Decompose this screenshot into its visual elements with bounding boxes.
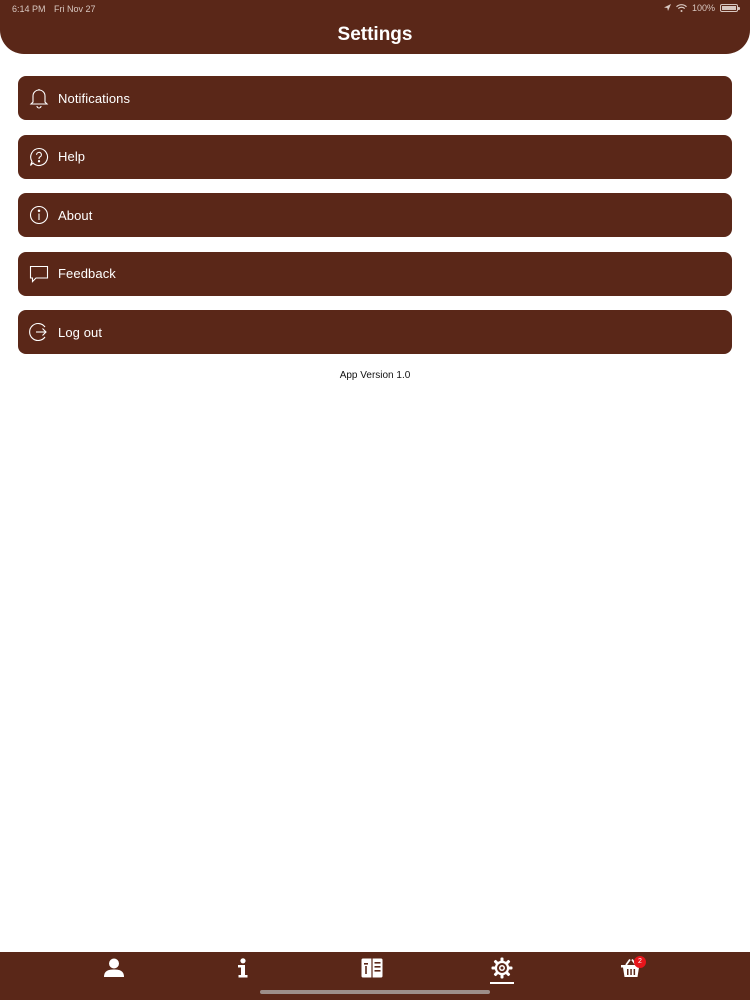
- status-indicators: 100%: [663, 3, 740, 13]
- battery-percent: 100%: [691, 3, 715, 13]
- page-title: Settings: [337, 24, 413, 45]
- header-bar: 6:14 PM Fri Nov 27 100% Settings: [0, 0, 750, 54]
- about-label: About: [58, 207, 93, 223]
- profile-icon: [103, 958, 125, 983]
- tab-basket[interactable]: 2: [616, 956, 646, 982]
- feedback-button[interactable]: Feedback: [18, 251, 732, 296]
- logout-label: Log out: [58, 324, 103, 340]
- location-icon: [663, 4, 671, 12]
- feedback-icon: [28, 263, 50, 285]
- logout-icon: [28, 321, 50, 343]
- help-label: Help: [58, 149, 86, 165]
- battery-icon: [720, 4, 740, 12]
- info-icon: [28, 204, 50, 226]
- battery-level: [722, 6, 736, 10]
- tab-info[interactable]: [228, 957, 258, 983]
- bell-icon: [28, 87, 50, 109]
- help-icon: [28, 146, 50, 168]
- tab-menu[interactable]: [357, 958, 387, 982]
- status-bar: 6:14 PM Fri Nov 27 100%: [0, 0, 750, 18]
- menu-book-icon: [361, 958, 383, 983]
- status-time: 6:14 PM: [12, 4, 46, 14]
- info-icon: [236, 957, 250, 983]
- basket-badge: 2: [634, 956, 646, 968]
- settings-menu: Notifications Help About Feedback Log ou…: [18, 76, 732, 369]
- tab-settings[interactable]: [487, 957, 517, 984]
- settings-screen: 6:14 PM Fri Nov 27 100% Settings Notific…: [0, 0, 750, 1000]
- tab-profile[interactable]: [99, 958, 129, 982]
- status-date: Fri Nov 27: [54, 4, 96, 14]
- settings-gear-icon: [491, 957, 513, 984]
- notifications-label: Notifications: [58, 90, 131, 106]
- logout-button[interactable]: Log out: [18, 310, 732, 355]
- home-indicator: [260, 990, 490, 994]
- wifi-icon: [676, 4, 687, 12]
- about-button[interactable]: About: [18, 193, 732, 238]
- notifications-button[interactable]: Notifications: [18, 76, 732, 120]
- app-version-text: App Version 1.0: [339, 370, 411, 381]
- active-tab-indicator: [490, 982, 514, 984]
- help-button[interactable]: Help: [18, 134, 732, 179]
- feedback-label: Feedback: [58, 266, 116, 282]
